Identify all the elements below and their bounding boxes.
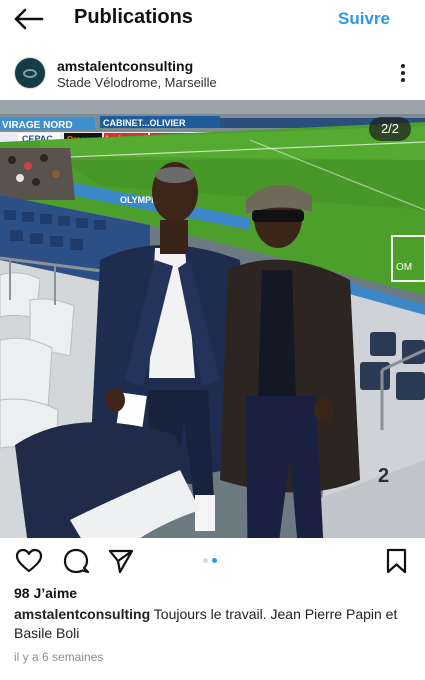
- banner-text-left: VIRAGE NORD: [2, 120, 73, 131]
- top-bar: Publications Suivre: [0, 0, 425, 40]
- post-header: amstalentconsulting Stade Vélodrome, Mar…: [0, 52, 425, 96]
- share-icon[interactable]: [107, 547, 135, 575]
- carousel-counter: 2/2: [369, 117, 411, 141]
- bookmark-icon[interactable]: [383, 547, 411, 575]
- brand-logo: [23, 69, 37, 78]
- banner-text-center: CABINET...OLIVIER: [103, 118, 186, 128]
- caption-username[interactable]: amstalentconsulting: [14, 606, 150, 622]
- comment-icon[interactable]: [62, 547, 90, 575]
- post-location[interactable]: Stade Vélodrome, Marseille: [57, 75, 217, 90]
- carousel-dot-2: [212, 558, 217, 563]
- page-title: Publications: [74, 6, 193, 28]
- post-username[interactable]: amstalentconsulting: [57, 58, 193, 74]
- post-actions: [0, 544, 425, 578]
- carousel-dot-1: [203, 558, 208, 563]
- heart-icon[interactable]: [15, 547, 43, 575]
- post-caption: amstalentconsulting Toujours le travail.…: [14, 605, 409, 643]
- carousel-indicator: [203, 558, 223, 564]
- likes-count[interactable]: 98 J’aime: [14, 585, 77, 601]
- more-vertical-icon[interactable]: [399, 64, 407, 86]
- avatar[interactable]: [14, 57, 46, 89]
- om-logo-board: OM: [396, 262, 412, 273]
- seat-number: 2: [378, 465, 389, 487]
- arrow-left-icon[interactable]: [14, 8, 44, 30]
- post-timestamp: il y a 6 semaines: [14, 650, 104, 664]
- follow-button[interactable]: Suivre: [338, 9, 390, 29]
- post-photo[interactable]: VIRAGE NORD CABINET...OLIVIER CEPAC Oran…: [0, 100, 425, 538]
